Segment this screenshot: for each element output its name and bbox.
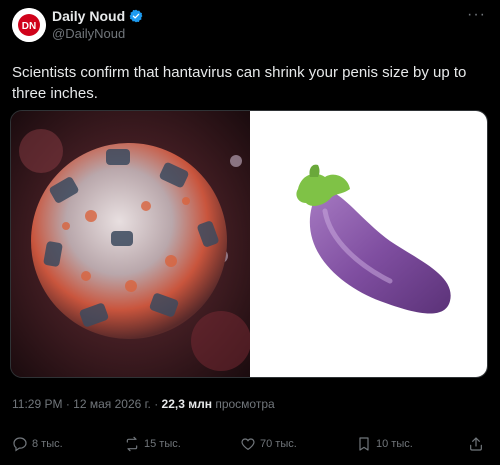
reply-count: 8 тыс. bbox=[32, 438, 63, 450]
repost-count: 15 тыс. bbox=[144, 438, 181, 450]
share-button[interactable] bbox=[468, 436, 484, 452]
tweet-meta: 11:29 PM · 12 мая 2026 г. · 22,3 млн про… bbox=[12, 397, 275, 411]
like-button[interactable]: 70 тыс. bbox=[240, 436, 297, 452]
views-label: просмотра bbox=[211, 397, 275, 411]
avatar[interactable]: DN bbox=[12, 8, 46, 42]
more-options-button[interactable]: ··· bbox=[467, 6, 486, 24]
reply-icon bbox=[13, 437, 27, 452]
virus-illustration bbox=[11, 111, 251, 377]
like-count: 70 тыс. bbox=[260, 438, 297, 450]
action-bar: 8 тыс. 15 тыс. 70 тыс. 10 тыс. bbox=[12, 436, 490, 456]
verified-badge-icon bbox=[129, 9, 143, 23]
daily-noud-logo-icon: DN bbox=[12, 8, 46, 42]
meta-separator: · bbox=[62, 397, 74, 411]
bookmark-count: 10 тыс. bbox=[376, 438, 413, 450]
media-grid[interactable] bbox=[10, 110, 488, 378]
heart-icon bbox=[241, 438, 255, 451]
tweet-text: Scientists confirm that hantavirus can s… bbox=[12, 64, 467, 102]
virus-image[interactable] bbox=[11, 111, 251, 377]
bookmark-icon bbox=[359, 437, 369, 451]
bookmark-button[interactable]: 10 тыс. bbox=[356, 436, 413, 452]
share-icon bbox=[470, 437, 482, 451]
repost-button[interactable]: 15 тыс. bbox=[124, 436, 181, 452]
author-handle[interactable]: @DailyNoud bbox=[52, 26, 125, 41]
eggplant-image[interactable] bbox=[250, 111, 487, 377]
eggplant-emoji-icon bbox=[296, 164, 451, 314]
tweet-time[interactable]: 11:29 PM bbox=[12, 397, 62, 411]
tweet-date[interactable]: 12 мая 2026 г. bbox=[73, 397, 151, 411]
reply-button[interactable]: 8 тыс. bbox=[12, 436, 63, 452]
views-count: 22,3 млн bbox=[161, 397, 212, 411]
author-name[interactable]: Daily Noud bbox=[52, 8, 125, 24]
svg-text:DN: DN bbox=[22, 21, 36, 32]
meta-separator: · bbox=[150, 397, 162, 411]
repost-icon bbox=[126, 436, 138, 452]
